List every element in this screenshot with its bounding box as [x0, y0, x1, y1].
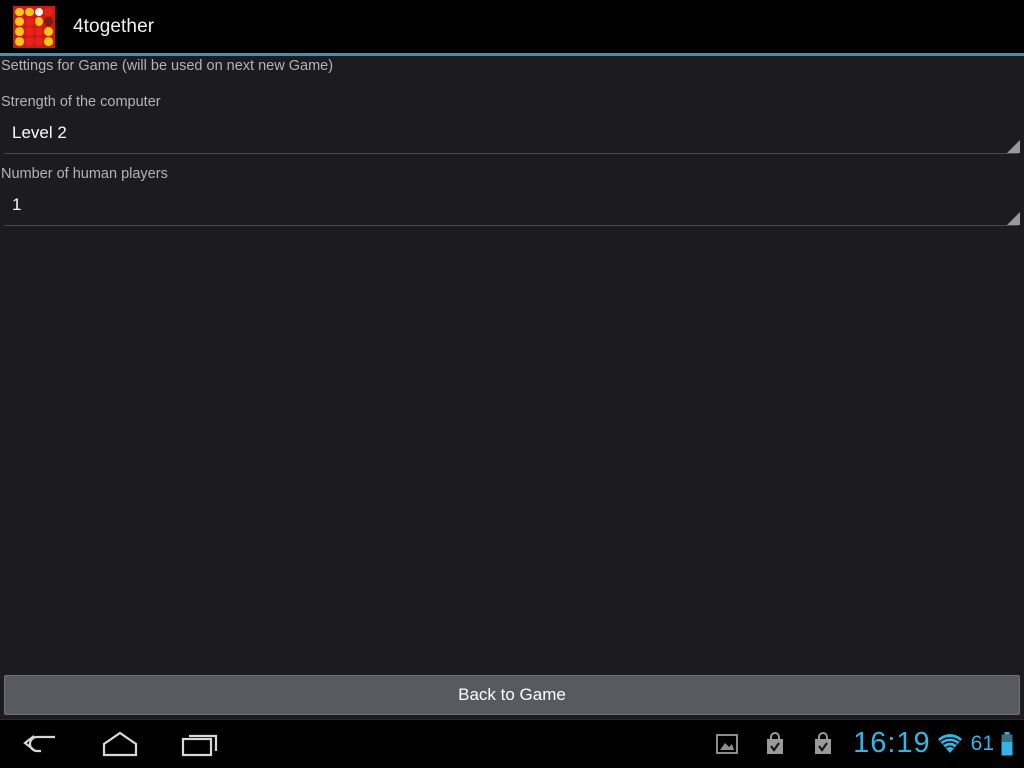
wifi-icon	[937, 733, 962, 753]
nav-recent-apps-button[interactable]	[160, 719, 240, 768]
preference-label: Number of human players	[1, 166, 168, 182]
system-navigation-bar: 16:19 61	[0, 719, 1024, 768]
action-bar: 4together	[0, 0, 1024, 53]
spinner-strength-of-computer[interactable]: Level 2	[2, 121, 1022, 154]
spinner-underline	[4, 153, 1018, 154]
home-icon	[102, 731, 138, 756]
spinner-number-of-human-players[interactable]: 1	[2, 193, 1022, 226]
navbar-soft-keys	[0, 719, 240, 768]
spinner-selected-value: Level 2	[12, 123, 67, 142]
status-wifi[interactable]	[935, 733, 965, 755]
status-gallery-notification[interactable]	[703, 719, 751, 768]
preference-number-of-human-players[interactable]: Number of human players 1	[0, 166, 1024, 226]
chevron-down-icon[interactable]	[1007, 212, 1020, 225]
shopping-bag-check-icon	[815, 732, 832, 754]
app-icon	[13, 5, 55, 48]
image-icon	[716, 733, 739, 754]
spinner-underline	[4, 225, 1018, 226]
android-screen: 4together Settings for Game (will be use…	[0, 0, 1024, 768]
status-clock[interactable]: 16:19	[847, 727, 935, 760]
status-play-download-notification-1[interactable]	[751, 719, 799, 768]
footer-button-row: Back to Game	[0, 672, 1024, 718]
chevron-down-icon[interactable]	[1007, 140, 1020, 153]
status-battery-level[interactable]: 61	[965, 732, 994, 756]
app-title: 4together	[73, 15, 155, 37]
battery-icon	[1001, 731, 1013, 755]
status-battery[interactable]	[994, 731, 1018, 757]
preference-strength-of-computer[interactable]: Strength of the computer Level 2	[0, 94, 1024, 154]
status-play-download-notification-2[interactable]	[799, 719, 847, 768]
settings-content: Settings for Game (will be used on next …	[0, 56, 1024, 672]
nav-back-button[interactable]	[0, 719, 80, 768]
preference-label: Strength of the computer	[1, 94, 161, 110]
recent-apps-icon	[181, 734, 218, 756]
shopping-bag-check-icon	[767, 732, 784, 754]
nav-home-button[interactable]	[80, 719, 160, 768]
settings-header: Settings for Game (will be used on next …	[1, 58, 334, 74]
spinner-selected-value: 1	[12, 195, 22, 214]
status-icons: 16:19 61	[703, 719, 1018, 768]
back-arrow-icon	[23, 734, 55, 752]
back-to-game-button[interactable]: Back to Game	[4, 675, 1020, 715]
